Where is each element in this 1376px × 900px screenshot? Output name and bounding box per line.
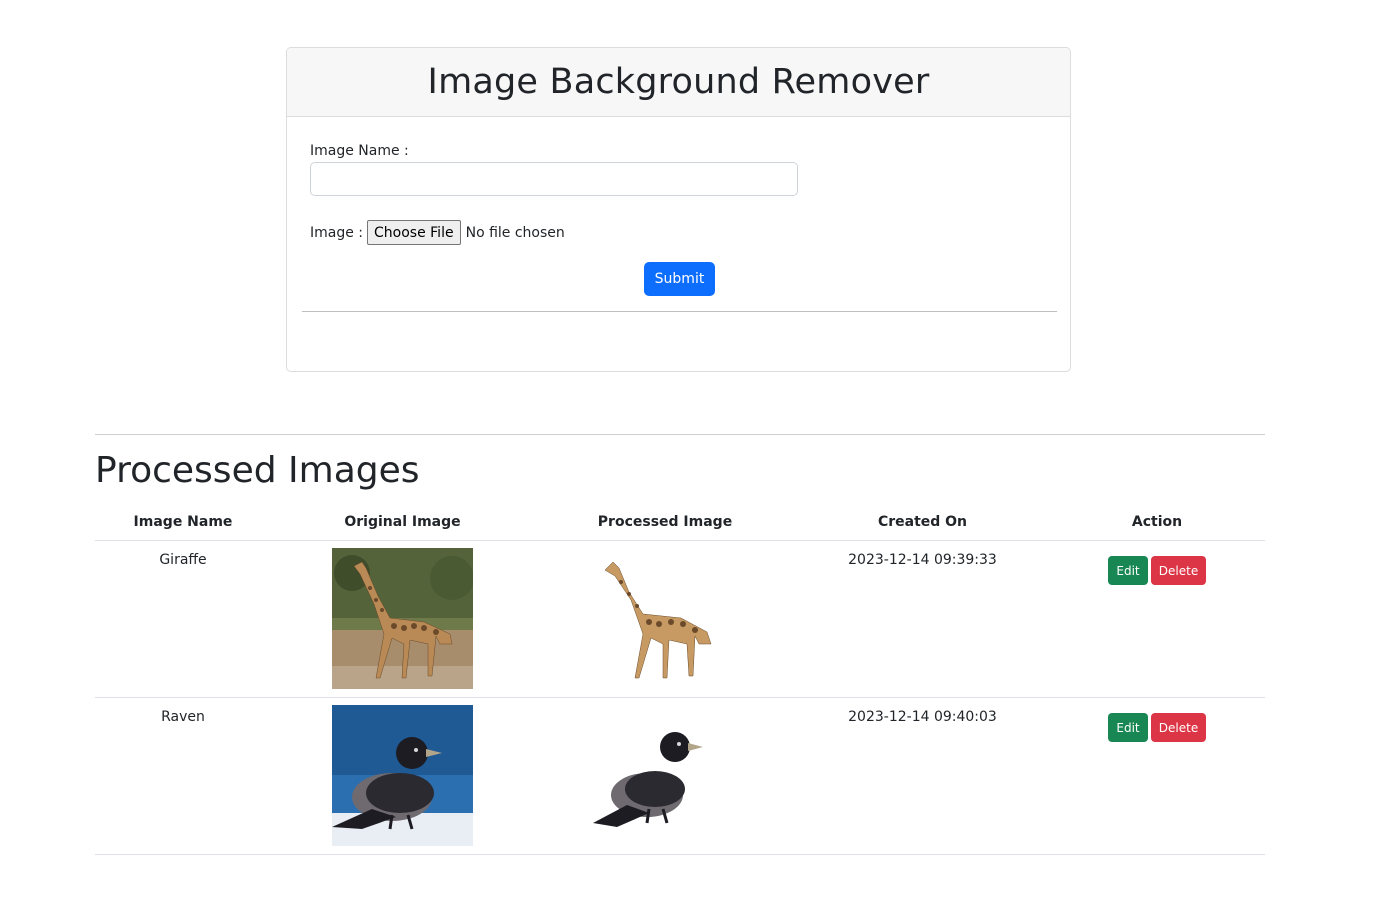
upload-card: Image Background Remover Image Name : Im…: [286, 47, 1071, 372]
original-image-giraffe: [332, 548, 473, 689]
image-name-label: Image Name :: [310, 143, 409, 159]
image-file-row: Image : Choose File No file chosen: [310, 220, 565, 245]
header-original-image: Original Image: [344, 514, 461, 530]
section-title: Processed Images: [95, 450, 420, 491]
table-row: Raven 2023-12-14 09:40:03 Edit Delete: [95, 698, 1265, 855]
choose-file-button[interactable]: Choose File: [367, 220, 461, 245]
image-label: Image :: [310, 224, 364, 241]
image-name-input[interactable]: [310, 162, 798, 196]
created-on-cell: 2023-12-14 09:40:03: [848, 709, 997, 725]
original-image-raven: [332, 705, 473, 846]
edit-button[interactable]: Edit: [1108, 713, 1148, 742]
delete-button[interactable]: Delete: [1151, 556, 1206, 585]
image-name-cell: Raven: [161, 709, 205, 725]
processed-images-table: Image Name Original Image Processed Imag…: [95, 503, 1265, 855]
delete-button[interactable]: Delete: [1151, 713, 1206, 742]
upload-form: Image Name : Image : Choose File No file…: [287, 117, 1070, 371]
image-name-cell: Giraffe: [159, 552, 207, 568]
header-action: Action: [1131, 514, 1183, 530]
table-row: Giraffe 2023-12-14 09:39:33 Edit Delete: [95, 541, 1265, 698]
header-created-on: Created On: [877, 514, 968, 530]
submit-button[interactable]: Submit: [644, 262, 715, 296]
processed-image-raven: [593, 705, 734, 846]
page-title: Image Background Remover: [427, 62, 930, 102]
card-divider: [302, 311, 1057, 312]
card-header: Image Background Remover: [287, 48, 1070, 117]
edit-button[interactable]: Edit: [1108, 556, 1148, 585]
header-image-name: Image Name: [133, 514, 233, 530]
section-divider: [95, 434, 1265, 435]
created-on-cell: 2023-12-14 09:39:33: [848, 552, 997, 568]
header-processed-image: Processed Image: [597, 514, 733, 530]
file-status: No file chosen: [465, 224, 565, 241]
processed-image-giraffe: [593, 548, 734, 689]
action-cell: Edit Delete: [1108, 713, 1206, 742]
action-cell: Edit Delete: [1108, 556, 1206, 585]
table-header: Image Name Original Image Processed Imag…: [95, 503, 1265, 541]
